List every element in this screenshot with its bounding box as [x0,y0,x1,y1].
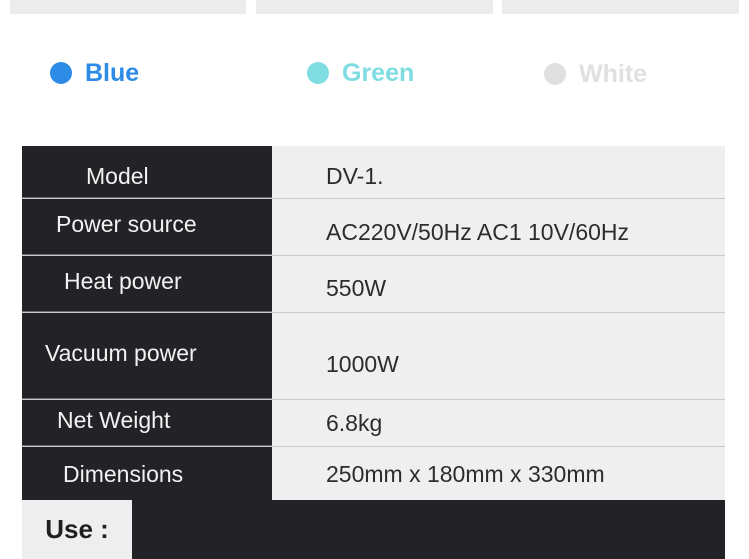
spec-row-model: Model DV-1. [22,146,725,199]
spec-value: 250mm x 180mm x 330mm [272,447,725,502]
spec-value: DV-1. [272,146,725,198]
spec-label: Vacuum power [22,313,272,399]
use-panel [132,500,725,559]
color-label-green: Green [342,58,415,87]
spec-label: Heat power [22,256,272,312]
top-strip-1 [10,0,246,14]
spec-table: Model DV-1. Power source AC220V/50Hz AC1… [22,146,725,502]
spec-label: Power source [22,199,272,255]
color-option-green[interactable]: Green [307,53,414,93]
spec-label: Dimensions [22,447,272,502]
spec-value: 550W [272,256,725,312]
spec-row-dimensions: Dimensions 250mm x 180mm x 330mm [22,447,725,502]
use-label: Use : [22,500,132,559]
color-label-blue: Blue [85,58,140,87]
color-dot-white [544,63,566,85]
top-strip-2 [256,0,493,14]
spec-label: Model [22,146,272,198]
color-label-white: White [579,59,648,88]
color-option-blue[interactable]: Blue [50,53,139,93]
top-strip-3 [502,0,739,14]
spec-value: 6.8kg [272,400,725,446]
spec-value: 1000W [272,313,725,399]
spec-value: AC220V/50Hz AC1 10V/60Hz [272,199,725,255]
spec-row-heat-power: Heat power 550W [22,256,725,313]
color-dot-blue [50,62,72,84]
spec-label: Net Weight [22,400,272,446]
spec-row-power-source: Power source AC220V/50Hz AC1 10V/60Hz [22,199,725,256]
spec-row-vacuum-power: Vacuum power 1000W [22,313,725,400]
color-option-white[interactable]: White [544,54,647,94]
spec-row-net-weight: Net Weight 6.8kg [22,400,725,447]
color-dot-green [307,62,329,84]
